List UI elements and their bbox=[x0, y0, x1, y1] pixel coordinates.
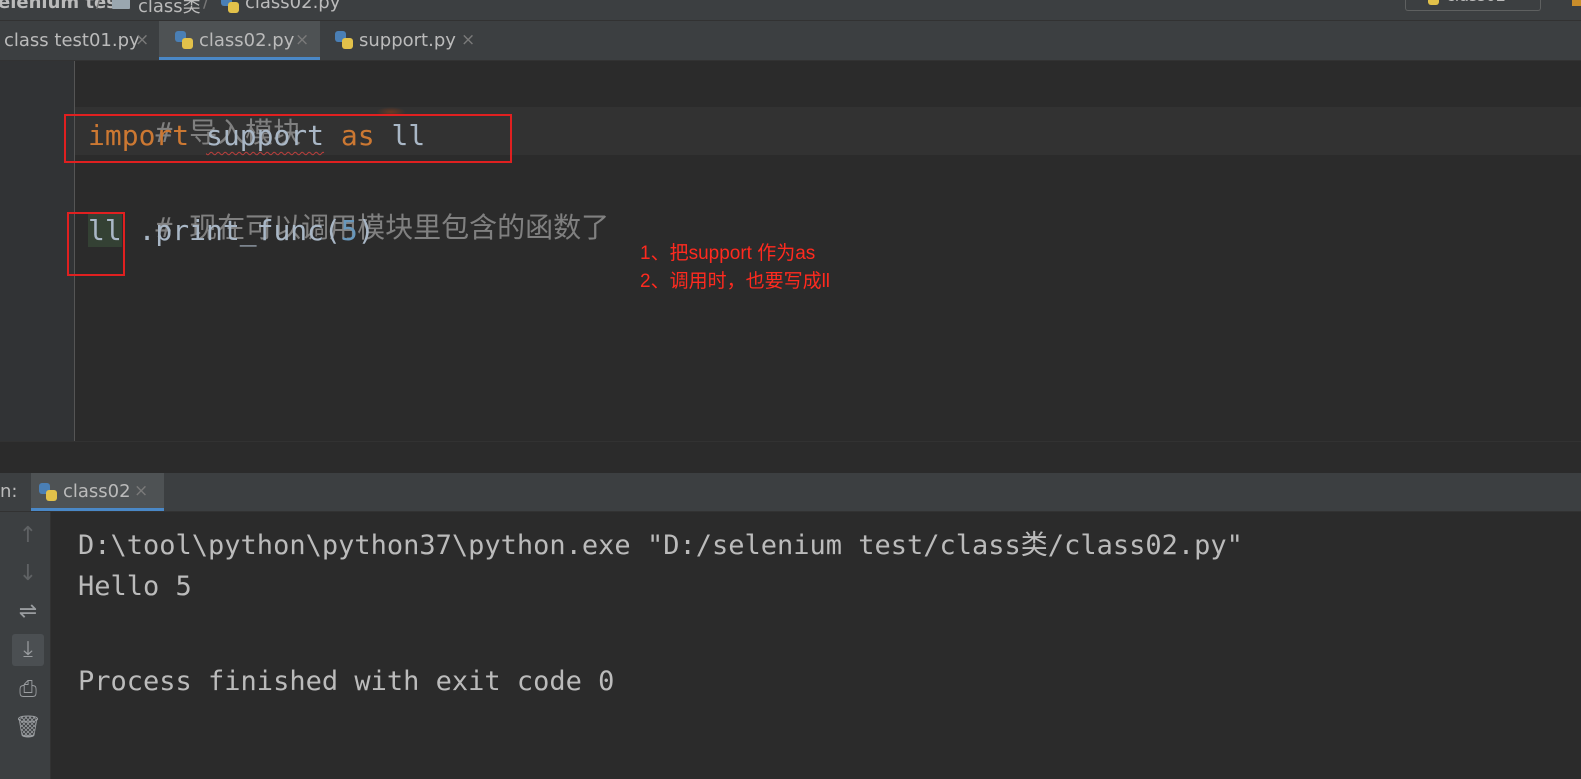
tab-class02[interactable]: class02.py × bbox=[159, 21, 320, 60]
breadcrumb-separator: / bbox=[203, 0, 210, 12]
python-file-icon bbox=[38, 482, 58, 502]
tab-label: class test01.py bbox=[4, 30, 140, 51]
console-line-command: D:\tool\python\python37\python.exe "D:/s… bbox=[78, 530, 1243, 561]
annotation-note-2: 2、调用时，也要写成ll bbox=[640, 271, 831, 292]
annotation-note-1: 1、把support 作为as bbox=[640, 243, 816, 264]
run-toolbar: ↑ ↓ ⇌ ⤓ ⎙ 🗑 bbox=[0, 512, 51, 779]
code-line-1[interactable]: # 导入模块 bbox=[88, 64, 301, 149]
breadcrumb-project[interactable]: elenium test bbox=[0, 0, 126, 13]
function-call: .print_func( bbox=[138, 214, 341, 247]
code-editor[interactable]: # 导入模块 import support as ll # 现在可以调用模块里包… bbox=[0, 61, 1581, 441]
close-icon[interactable]: × bbox=[135, 30, 149, 50]
code-line-3[interactable]: # 现在可以调用模块里包含的函数了 bbox=[88, 159, 609, 244]
run-icon[interactable] bbox=[1572, 0, 1581, 6]
python-file-icon bbox=[220, 0, 240, 14]
close-icon[interactable]: × bbox=[134, 481, 148, 501]
close-icon[interactable]: × bbox=[295, 30, 309, 50]
code-line-4[interactable]: ll .print_func(5) bbox=[88, 208, 375, 254]
python-file-icon bbox=[174, 30, 194, 50]
panel-divider[interactable] bbox=[0, 441, 1581, 473]
close-icon[interactable]: × bbox=[461, 30, 475, 50]
console-line-output: Hello 5 bbox=[78, 571, 192, 602]
folder-icon bbox=[112, 0, 130, 9]
python-file-icon bbox=[334, 30, 354, 50]
tab-support[interactable]: support.py × bbox=[321, 21, 483, 60]
tab-class-test01[interactable]: class test01.py × bbox=[0, 21, 158, 60]
breadcrumb: elenium test / class类 / class02.py class… bbox=[0, 0, 1581, 21]
tab-label: support.py bbox=[359, 30, 456, 51]
editor-tab-bar: class test01.py × class02.py × support.p… bbox=[0, 21, 1581, 61]
print-icon[interactable]: ⎙ bbox=[12, 674, 44, 706]
breadcrumb-file[interactable]: class02.py bbox=[245, 0, 340, 13]
soft-wrap-icon[interactable]: ⇌ bbox=[12, 596, 44, 628]
console-line-exit: Process finished with exit code 0 bbox=[78, 666, 615, 697]
breadcrumb-folder[interactable]: class类 bbox=[138, 0, 201, 18]
annotation-box-import bbox=[64, 114, 512, 163]
python-config-icon bbox=[1420, 0, 1440, 6]
close-paren: ) bbox=[357, 214, 375, 247]
run-panel-header: n: class02 × bbox=[0, 473, 1581, 512]
trash-icon[interactable]: 🗑 bbox=[12, 712, 44, 744]
run-config-label: class02 bbox=[1446, 0, 1506, 5]
annotation-box-alias bbox=[67, 212, 125, 276]
number-argument: 5 bbox=[340, 214, 358, 247]
run-configuration-dropdown[interactable]: class02 ▼ bbox=[1405, 0, 1541, 11]
run-tab-class02[interactable]: class02 × bbox=[31, 473, 164, 511]
up-arrow-icon[interactable]: ↑ bbox=[12, 520, 44, 552]
scroll-to-end-icon[interactable]: ⤓ bbox=[12, 634, 44, 666]
tab-label: class02.py bbox=[199, 30, 295, 51]
run-tab-label: class02 bbox=[63, 481, 131, 502]
run-panel-title: n: bbox=[0, 481, 18, 502]
breadcrumb-separator: / bbox=[96, 0, 103, 12]
down-arrow-icon[interactable]: ↓ bbox=[12, 558, 44, 590]
console-output[interactable]: D:\tool\python\python37\python.exe "D:/s… bbox=[51, 512, 1581, 779]
